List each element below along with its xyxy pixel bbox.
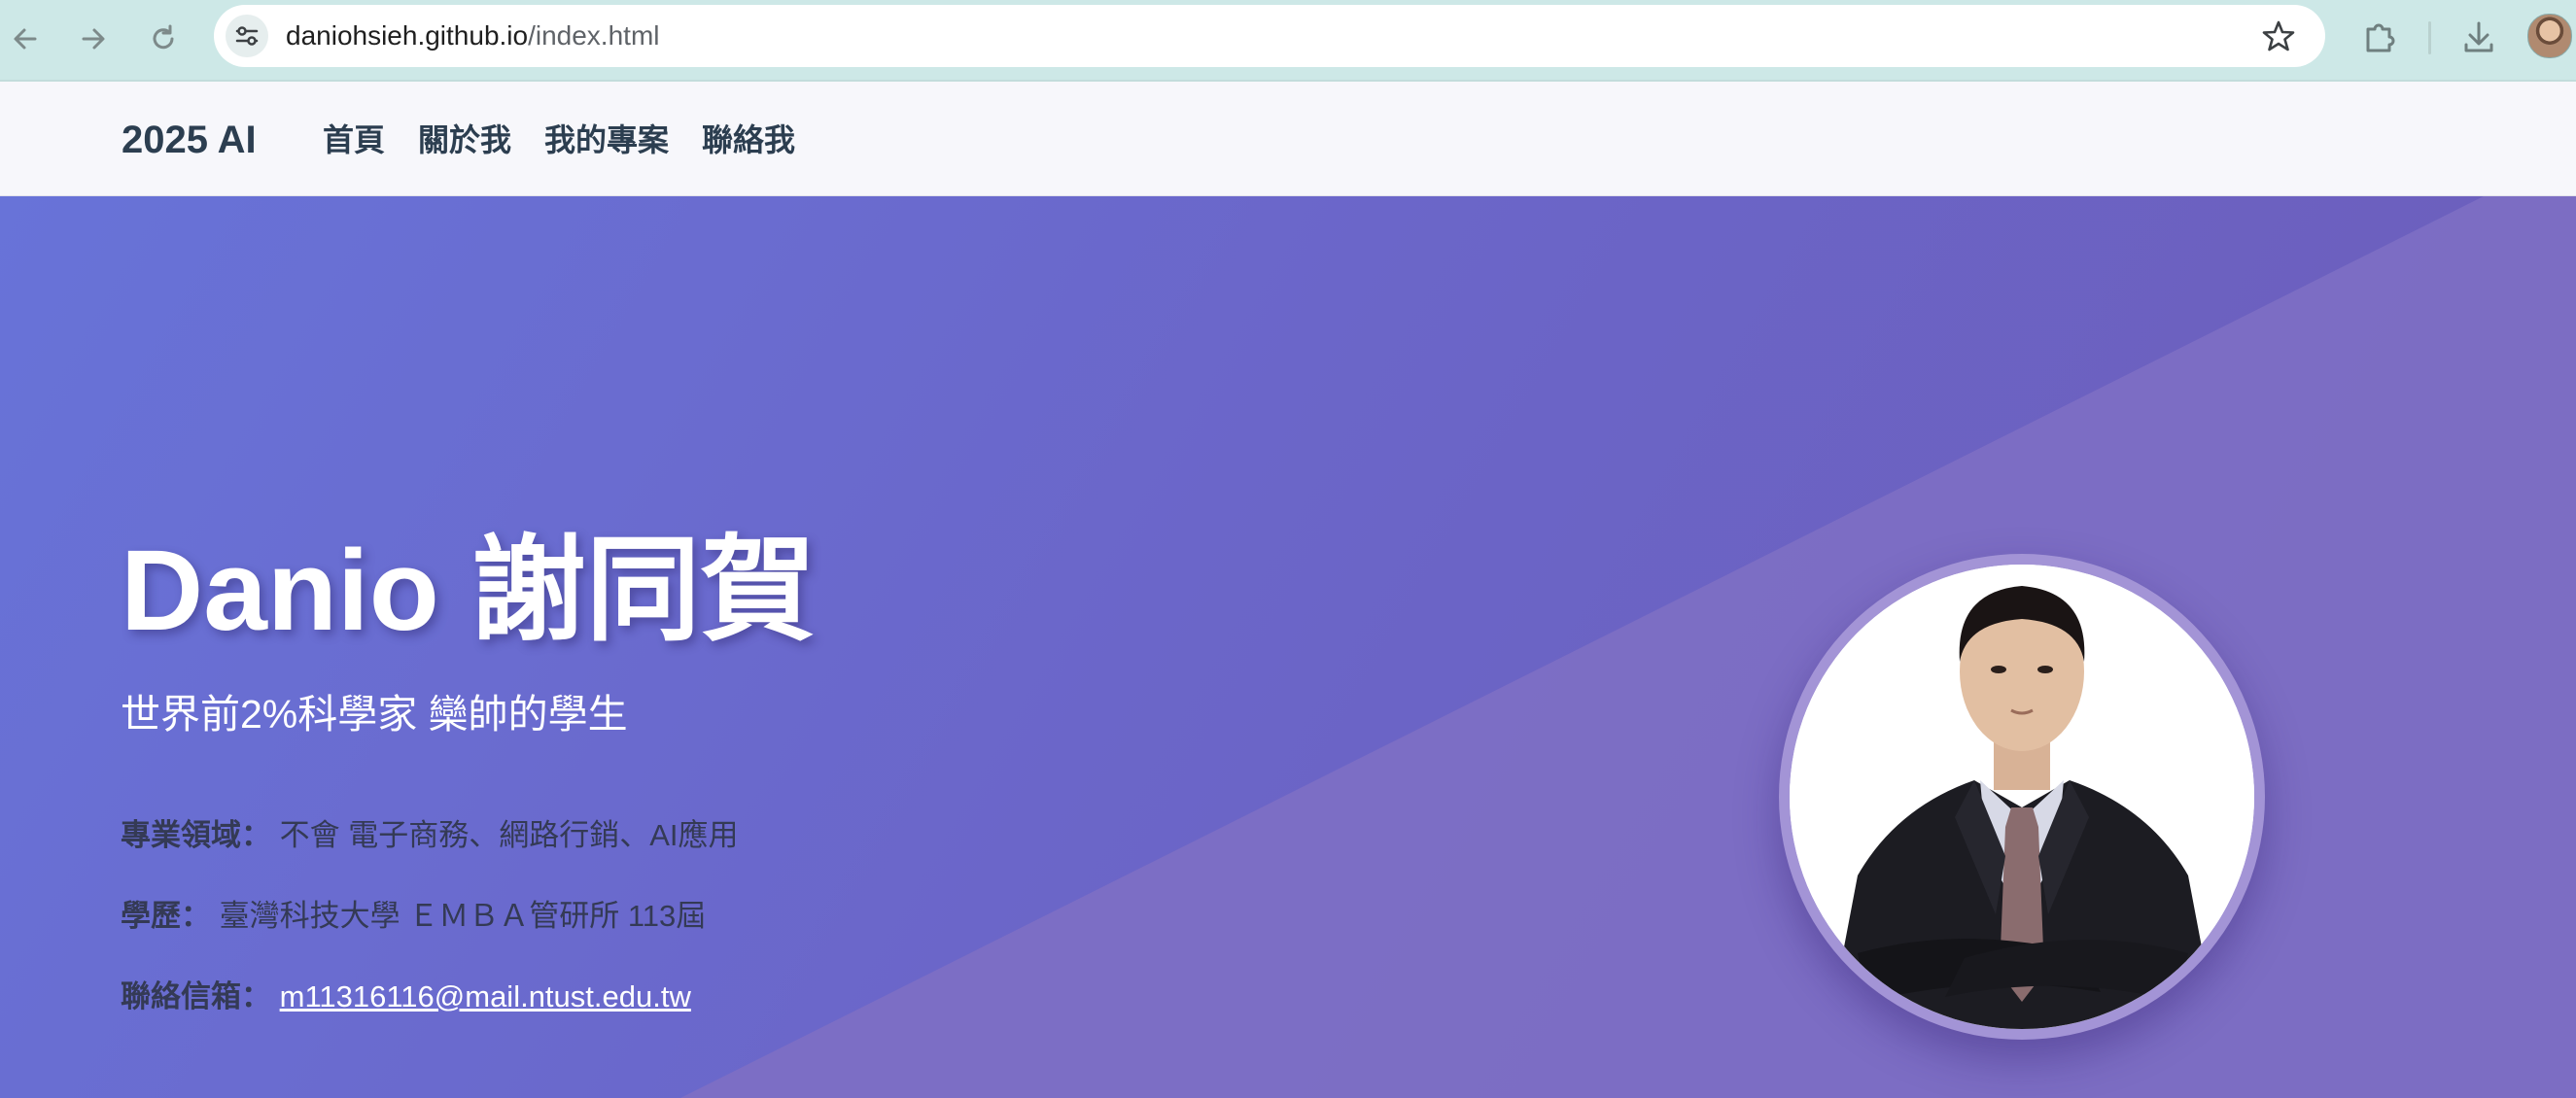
extensions-button[interactable] [2358,16,2401,58]
reload-icon [153,24,174,50]
main-nav: 首頁 關於我 我的專案 聯絡我 [323,119,828,161]
email-label: 聯絡信箱： [121,979,271,1013]
profile-photo-frame [1779,554,2265,1040]
site-info-icon [235,26,259,46]
expertise-value: 不會 電子商務、網路行銷、AI應用 [279,818,739,852]
hero-subtitle: 世界前2%科學家 欒帥的學生 [121,692,628,737]
email-link[interactable]: m11316116@mail.ntust.edu.tw [280,979,691,1013]
back-arrow-icon [14,28,37,50]
expertise-label: 專業領域： [121,818,271,852]
address-bar[interactable]: daniohsieh.github.io/index.html [214,5,2325,67]
profile-photo [1790,565,2254,1029]
hero-name: Danio 謝同賀 [121,527,816,655]
nav-link-about[interactable]: 關於我 [418,119,511,161]
education-label: 學歷： [121,899,211,933]
forward-arrow-icon [82,28,105,50]
extensions-icon [2366,23,2395,52]
browser-toolbar: daniohsieh.github.io/index.html [0,0,2576,82]
url-text[interactable]: daniohsieh.github.io/index.html [286,19,660,52]
url-path: /index.html [528,20,660,51]
nav-link-projects[interactable]: 我的專案 [544,119,669,161]
education-value: 臺灣科技大學 ＥＭＢＡ管研所 113屆 [219,899,707,933]
nav-link-home[interactable]: 首頁 [323,119,385,161]
reload-button[interactable] [144,19,183,58]
portrait-illustration [1790,565,2254,1029]
site-info-button[interactable] [226,15,268,57]
info-education: 學歷： 臺灣科技大學 ＥＭＢＡ管研所 113屆 [121,896,706,937]
toolbar-divider [2428,21,2431,54]
downloads-button[interactable] [2457,16,2500,58]
site-header: 2025 AI 首頁 關於我 我的專案 聯絡我 [0,82,2576,196]
nav-link-contact[interactable]: 聯絡我 [702,119,795,161]
forward-button[interactable] [74,19,113,58]
info-expertise: 專業領域： 不會 電子商務、網路行銷、AI應用 [121,815,739,856]
url-host: daniohsieh.github.io [286,20,529,51]
info-email: 聯絡信箱： m11316116@mail.ntust.edu.tw [121,977,691,1017]
download-icon [2464,21,2493,52]
hero-section: Danio 謝同賀 世界前2%科學家 欒帥的學生 專業領域： 不會 電子商務、網… [0,196,2576,1098]
profile-avatar[interactable] [2527,14,2572,58]
star-icon [2262,20,2295,51]
site-brand[interactable]: 2025 AI [122,117,257,163]
bookmark-button[interactable] [2261,18,2296,53]
back-button[interactable] [6,19,45,58]
